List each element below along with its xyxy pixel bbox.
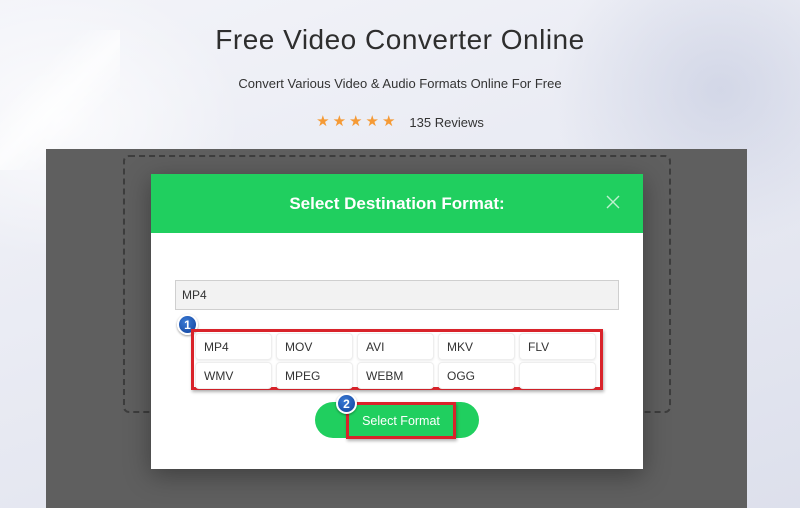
format-option-mov[interactable]: MOV xyxy=(276,333,353,360)
format-row: MP4 MOV AVI MKV FLV xyxy=(195,333,599,360)
format-select-dialog: Select Destination Format: 1 MP4 MOV AVI… xyxy=(151,174,643,469)
star-icon: ★ xyxy=(349,113,363,130)
close-icon[interactable] xyxy=(605,194,621,210)
star-icon: ★ xyxy=(316,113,330,130)
format-options-grid: MP4 MOV AVI MKV FLV WMV MPEG WEBM OGG xyxy=(191,329,603,390)
callout-badge-2: 2 xyxy=(336,393,357,414)
format-option-empty xyxy=(519,362,596,389)
select-format-button[interactable]: Select Format xyxy=(346,402,456,439)
format-row: WMV MPEG WEBM OGG xyxy=(195,362,599,389)
rating: ★ ★ ★ ★ ★ 135 Reviews xyxy=(0,114,800,130)
reviews-count: 135 Reviews xyxy=(409,114,484,130)
page-title: Free Video Converter Online xyxy=(215,24,585,55)
star-icon: ★ xyxy=(381,113,396,130)
format-option-flv[interactable]: FLV xyxy=(519,333,596,360)
dialog-title: Select Destination Format: xyxy=(289,193,505,213)
format-option-ogg[interactable]: OGG xyxy=(438,362,515,389)
format-search-input[interactable] xyxy=(175,280,619,310)
star-icon: ★ xyxy=(365,113,379,130)
format-option-mpeg[interactable]: MPEG xyxy=(276,362,353,389)
format-option-webm[interactable]: WEBM xyxy=(357,362,434,389)
format-option-avi[interactable]: AVI xyxy=(357,333,434,360)
page-subtitle: Convert Various Video & Audio Formats On… xyxy=(238,76,562,91)
format-option-mp4[interactable]: MP4 xyxy=(195,333,272,360)
dialog-header: Select Destination Format: xyxy=(151,174,643,233)
format-option-wmv[interactable]: WMV xyxy=(195,362,272,389)
format-option-mkv[interactable]: MKV xyxy=(438,333,515,360)
star-rating: ★ ★ ★ ★ ★ xyxy=(316,114,395,130)
star-icon: ★ xyxy=(332,113,347,130)
